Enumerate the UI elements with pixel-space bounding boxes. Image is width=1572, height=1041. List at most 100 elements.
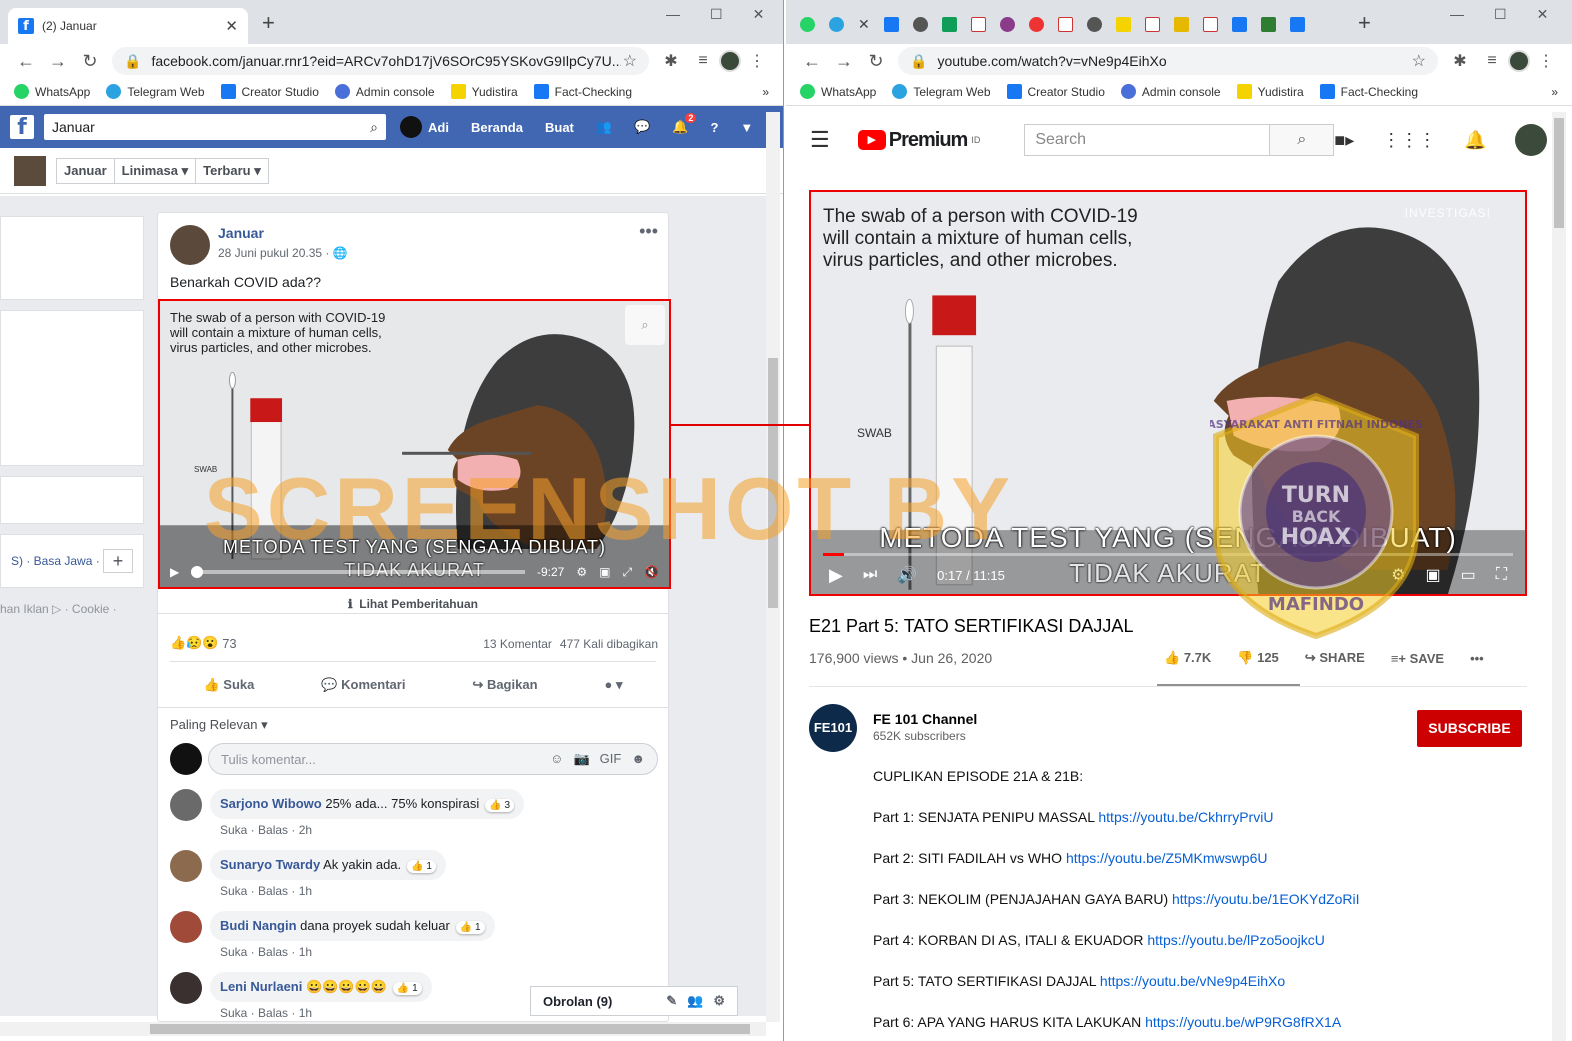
back-icon[interactable]: ← — [796, 51, 828, 72]
reaction-summary[interactable]: 👍 😥 😮 73 — [170, 635, 237, 651]
nav-buat[interactable]: Buat — [545, 120, 574, 135]
emoji-icon[interactable]: ☺ — [550, 751, 563, 767]
vertical-scrollbar[interactable] — [766, 112, 780, 1022]
shares-count[interactable]: 477 Kali dibagikan — [560, 637, 658, 651]
fullscreen-icon[interactable]: ⤢ — [622, 565, 632, 580]
crumb-linimasa[interactable]: Linimasa ▾ — [115, 158, 197, 183]
bookmark-star-icon[interactable]: ☆ — [623, 51, 637, 71]
notifications-icon[interactable]: 🔔 — [1464, 130, 1486, 151]
part-link[interactable]: https://youtu.be/lPzo5oojkcU — [1147, 932, 1324, 948]
crumb-januar[interactable]: Januar — [57, 158, 115, 183]
comment-meta[interactable]: Suka · Balas · 1h — [220, 884, 446, 898]
fb-video-player[interactable]: The swab of a person with COVID-19 will … — [158, 299, 671, 589]
create-video-icon[interactable]: ■▸ — [1334, 130, 1354, 151]
comment-input[interactable]: Tulis komentar... ☺ 📷 GIF ☻ — [208, 743, 658, 775]
forward-icon[interactable]: → — [42, 51, 74, 72]
messenger-icon[interactable]: 💬 — [634, 119, 650, 135]
new-tab-button[interactable]: + — [1358, 10, 1371, 36]
search-icon[interactable]: ⌕ — [1270, 124, 1335, 156]
minimize-icon[interactable]: — — [666, 6, 680, 23]
maximize-icon[interactable]: ☐ — [1494, 6, 1507, 23]
part-link[interactable]: https://youtu.be/vNe9p4EihXo — [1100, 973, 1285, 989]
address-bar[interactable]: 🔒 facebook.com/januar.rnr1?eid=ARCv7ohD1… — [112, 47, 649, 75]
close-tab-icon[interactable]: ✕ — [858, 16, 870, 33]
profile-avatar[interactable] — [1508, 50, 1530, 72]
tab-icon[interactable] — [1260, 17, 1276, 32]
bookmark-telegram[interactable]: Telegram Web — [106, 84, 205, 99]
tab-icon[interactable] — [1028, 17, 1044, 32]
avatar[interactable] — [170, 972, 202, 1004]
address-bar[interactable]: 🔒 youtube.com/watch?v=vNe9p4EihXo ☆ — [898, 47, 1438, 75]
scrollbar-thumb[interactable] — [1554, 118, 1564, 228]
tab-icon[interactable] — [1173, 17, 1189, 32]
scrollbar-thumb[interactable] — [768, 358, 778, 608]
comment-likes[interactable]: 👍 1 — [455, 921, 485, 934]
youtube-premium-logo[interactable]: ▶ Premium ID — [857, 129, 980, 152]
telegram-icon[interactable] — [829, 17, 844, 32]
save-button[interactable]: ≡+ SAVE — [1391, 651, 1444, 666]
add-language-button[interactable]: + — [103, 549, 133, 573]
forward-icon[interactable]: → — [828, 51, 860, 72]
bookmark-creator-studio[interactable]: Creator Studio — [1006, 84, 1105, 99]
facebook-icon[interactable] — [1289, 17, 1305, 32]
footer-links[interactable]: han Iklan ▷ · Cookie · — [0, 602, 144, 616]
tab-icon[interactable] — [1057, 17, 1073, 32]
post-date[interactable]: 28 Juni pukul 20.35 · 🌐 — [218, 246, 348, 260]
menu-icon[interactable]: ⋮ — [741, 51, 773, 71]
profile-link[interactable]: Adi — [400, 116, 449, 138]
back-icon[interactable]: ← — [10, 51, 42, 72]
more-actions-icon[interactable]: ••• — [1470, 651, 1484, 666]
profile-thumbnail[interactable] — [14, 155, 46, 186]
comment-likes[interactable]: 👍 3 — [485, 799, 515, 812]
progress-handle[interactable] — [191, 566, 204, 578]
part-link[interactable]: https://youtu.be/CkhrryPrviU — [1098, 809, 1273, 825]
more-bookmarks-icon[interactable]: » — [762, 85, 769, 99]
comment-likes[interactable]: 👍 1 — [407, 860, 436, 873]
avatar[interactable] — [170, 789, 202, 821]
subscribe-button[interactable]: SUBSCRIBE — [1417, 710, 1522, 747]
progress-bar[interactable] — [191, 566, 525, 578]
account-avatar[interactable] — [1514, 124, 1547, 156]
comment-meta[interactable]: Suka · Balas · 1h — [220, 1006, 432, 1020]
next-icon[interactable]: ⏭ — [863, 566, 877, 584]
help-icon[interactable]: ? — [710, 120, 718, 135]
reload-icon[interactable]: ↻ — [74, 51, 106, 72]
mute-icon[interactable]: 🔇 — [644, 565, 659, 579]
facebook-logo-icon[interactable]: f — [10, 115, 34, 140]
like-button[interactable]: 👍 Suka — [203, 677, 254, 693]
bookmark-telegram[interactable]: Telegram Web — [892, 84, 991, 99]
tab-icon[interactable] — [970, 17, 986, 32]
bookmark-admin-console[interactable]: Admin console — [1120, 84, 1221, 99]
channel-name[interactable]: FE 101 Channel — [873, 711, 977, 727]
bookmark-admin-console[interactable]: Admin console — [334, 84, 435, 99]
miniplayer-icon[interactable]: ▣ — [1426, 565, 1441, 585]
new-tab-button[interactable]: + — [262, 10, 275, 36]
close-window-icon[interactable]: ✕ — [753, 6, 765, 23]
channel-avatar[interactable]: FE101 — [809, 704, 857, 752]
part-link[interactable]: https://youtu.be/wP9RG8fRX1A — [1145, 1014, 1341, 1030]
vertical-scrollbar[interactable] — [1552, 112, 1566, 1041]
settings-icon[interactable]: ⚙ — [576, 565, 587, 579]
volume-icon[interactable]: 🔊 — [897, 565, 917, 585]
post-author[interactable]: Januar — [218, 225, 264, 241]
extensions-icon[interactable]: ✱ — [655, 51, 687, 71]
part-link[interactable]: https://youtu.be/1EOKYdZoRiI — [1172, 891, 1360, 907]
maximize-icon[interactable]: ☐ — [710, 6, 723, 23]
comment-likes[interactable]: 👍 1 — [392, 982, 422, 995]
bookmark-fact-checking[interactable]: Fact-Checking — [533, 84, 632, 99]
media-icon[interactable]: ≡ — [1476, 52, 1508, 70]
post-as-selector[interactable]: ● ▾ — [604, 677, 622, 693]
tab-icon[interactable] — [1144, 17, 1160, 32]
dislike-button[interactable]: 👎 125 — [1237, 650, 1279, 666]
sticker-icon[interactable]: ☻ — [631, 751, 645, 767]
reload-icon[interactable]: ↻ — [860, 51, 892, 72]
tab-icon[interactable] — [999, 17, 1015, 32]
bookmark-whatsapp[interactable]: WhatsApp — [14, 84, 90, 99]
camera-icon[interactable]: 📷 — [573, 751, 589, 767]
pip-icon[interactable]: ▣ — [599, 565, 610, 579]
notifications-icon[interactable]: 🔔 2 — [672, 113, 697, 135]
play-icon[interactable]: ▶ — [829, 565, 843, 586]
post-options-icon[interactable]: ••• — [639, 221, 658, 242]
yt-search-input[interactable]: Search — [1024, 124, 1271, 156]
like-button[interactable]: 👍 7.7K — [1164, 650, 1211, 666]
